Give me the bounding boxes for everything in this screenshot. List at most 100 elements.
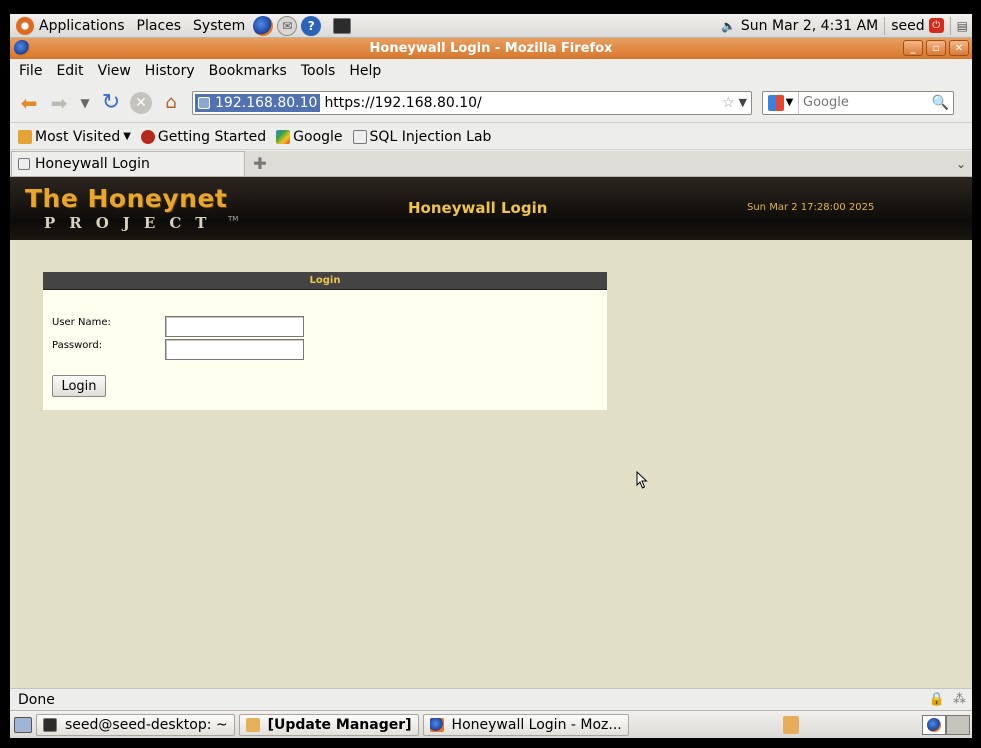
task-label: seed@seed-desktop: ~	[65, 716, 228, 733]
menu-file[interactable]: File	[12, 63, 49, 79]
task-label: Honeywall Login - Moz...	[451, 716, 622, 733]
status-bar: Done 🔒 ⁂	[10, 688, 972, 710]
panel-separator	[884, 16, 886, 35]
terminal-launcher-icon[interactable]	[333, 17, 352, 34]
maximize-button[interactable]: ▫	[926, 40, 946, 56]
mail-launcher-icon[interactable]: ✉	[277, 15, 298, 36]
url-dropdown-icon[interactable]: ▼	[739, 96, 747, 109]
menu-tools[interactable]: Tools	[294, 63, 343, 79]
firefox-launcher-icon[interactable]	[253, 15, 274, 36]
forward-button[interactable]: ➡	[44, 88, 74, 118]
menu-help[interactable]: Help	[342, 63, 388, 79]
header-date: Sun Mar 2 17:28:00 2025	[747, 202, 875, 213]
minimize-button[interactable]: _	[903, 40, 923, 56]
bookmark-most-visited[interactable]: Most Visited ▼	[13, 129, 136, 145]
bookmark-label: Most Visited	[35, 128, 121, 145]
search-go-icon[interactable]: 🔍	[932, 95, 953, 111]
bookmark-getting-started[interactable]: Getting Started	[136, 129, 271, 145]
bookmark-label: Getting Started	[157, 128, 267, 145]
task-update-manager[interactable]: [Update Manager]	[238, 713, 419, 736]
menu-edit[interactable]: Edit	[49, 63, 90, 79]
places-menu[interactable]: Places	[131, 14, 188, 37]
terminal-icon	[43, 717, 57, 732]
bookmarks-toolbar: Most Visited ▼ Getting Started Google SQ…	[10, 124, 972, 150]
task-label: [Update Manager]	[267, 716, 412, 733]
tab-honeywall-login[interactable]: Honeywall Login	[11, 151, 245, 176]
honeynet-logo-tm: TM	[228, 215, 239, 223]
task-terminal[interactable]: seed@seed-desktop: ~	[36, 713, 235, 736]
lock-icon[interactable]: 🔒	[929, 692, 945, 707]
url-bar[interactable]: 192.168.80.10 https://192.168.80.10/ ☆ ▼	[192, 90, 752, 115]
resize-grip-icon[interactable]: ⁂	[953, 692, 966, 707]
status-icons: 🔒 ⁂	[929, 692, 972, 707]
bookmark-label: SQL Injection Lab	[369, 128, 492, 145]
site-identity-button[interactable]: 192.168.80.10	[195, 93, 321, 112]
back-button[interactable]: ⬅	[14, 88, 44, 118]
bookmark-google[interactable]: Google	[271, 129, 347, 145]
chevron-down-icon: ▼	[123, 131, 131, 142]
folder-icon	[18, 129, 32, 144]
honeynet-header: The Honeynet PROJECT TM Honeywall Login …	[10, 177, 972, 240]
menu-bookmarks[interactable]: Bookmarks	[202, 63, 294, 79]
volume-icon[interactable]: 🔈	[721, 19, 736, 33]
system-menu[interactable]: System	[187, 14, 251, 37]
password-field[interactable]	[165, 339, 304, 360]
stop-button[interactable]: ✕	[130, 91, 152, 114]
workspace-2[interactable]	[946, 714, 970, 735]
panel-user[interactable]: seed	[891, 18, 924, 34]
status-text: Done	[18, 691, 55, 708]
panel-tray: 🔈 Sun Mar 2, 4:31 AM seed ⏻ ▤	[721, 14, 972, 37]
tab-bar: Honeywall Login ✚ ⌄	[10, 151, 972, 177]
search-input[interactable]	[799, 92, 929, 113]
honeynet-logo-project: PROJECT	[44, 214, 221, 232]
gnome-top-panel: Applications Places System ✉ ? 🔈 Sun Mar…	[10, 14, 972, 38]
window-title: Honeywall Login - Mozilla Firefox	[369, 41, 613, 56]
url-bar-actions: ☆ ▼	[722, 95, 751, 111]
help-launcher-icon[interactable]: ?	[301, 15, 322, 36]
username-label: User Name:	[52, 317, 111, 328]
desktop-screen: Applications Places System ✉ ? 🔈 Sun Mar…	[10, 14, 972, 738]
bookmark-sql-injection-lab[interactable]: SQL Injection Lab	[348, 129, 497, 145]
workspace-1[interactable]	[922, 714, 946, 735]
panel-menus: Applications Places System ✉ ?	[10, 14, 352, 37]
google-icon	[276, 129, 291, 144]
username-field[interactable]	[165, 316, 304, 337]
history-dropdown-icon[interactable]: ▼	[74, 88, 96, 118]
search-box[interactable]: ▼ 🔍	[762, 90, 954, 115]
getting-started-icon	[140, 129, 155, 144]
menu-view[interactable]: View	[91, 63, 138, 79]
site-identity-icon	[198, 96, 210, 109]
login-form: Login User Name: Password: Login	[43, 272, 607, 410]
gnome-bottom-panel: seed@seed-desktop: ~ [Update Manager] Ho…	[10, 710, 972, 738]
password-label: Password:	[52, 340, 103, 351]
navigation-toolbar: ⬅ ➡ ▼ ↻ ✕ ⌂ 192.168.80.10 https://192.16…	[10, 83, 972, 123]
mouse-cursor-icon	[636, 471, 648, 489]
bookmark-star-icon[interactable]: ☆	[722, 95, 735, 111]
tab-page-icon	[18, 158, 30, 170]
page-content: The Honeynet PROJECT TM Honeywall Login …	[10, 177, 972, 688]
home-button[interactable]: ⌂	[156, 88, 186, 118]
applications-menu[interactable]: Applications	[10, 14, 131, 37]
close-button[interactable]: ✕	[949, 40, 969, 56]
search-engine-selector[interactable]: ▼	[763, 91, 799, 114]
login-box-title: Login	[43, 272, 607, 290]
tab-label: Honeywall Login	[35, 156, 150, 172]
power-icon[interactable]: ⏻	[928, 18, 944, 33]
new-tab-button[interactable]: ✚	[245, 151, 275, 176]
engine-dropdown-icon: ▼	[785, 97, 794, 108]
notification-icon[interactable]: ▤	[957, 19, 968, 33]
bookmark-label: Google	[293, 128, 343, 145]
url-input[interactable]: https://192.168.80.10/	[324, 95, 481, 111]
page-icon	[352, 129, 367, 144]
reload-button[interactable]: ↻	[96, 88, 126, 118]
firefox-mini-icon	[927, 717, 941, 732]
tab-list-dropdown-icon[interactable]: ⌄	[950, 151, 972, 176]
show-desktop-button[interactable]	[14, 716, 32, 733]
task-firefox[interactable]: Honeywall Login - Moz...	[422, 713, 629, 736]
window-titlebar[interactable]: Honeywall Login - Mozilla Firefox _ ▫ ✕	[10, 38, 972, 59]
menu-history[interactable]: History	[138, 63, 202, 79]
firefox-window-icon[interactable]	[14, 40, 30, 56]
login-button[interactable]: Login	[52, 375, 106, 397]
trash-icon[interactable]	[782, 715, 799, 734]
panel-clock[interactable]: Sun Mar 2, 4:31 AM	[741, 18, 878, 34]
